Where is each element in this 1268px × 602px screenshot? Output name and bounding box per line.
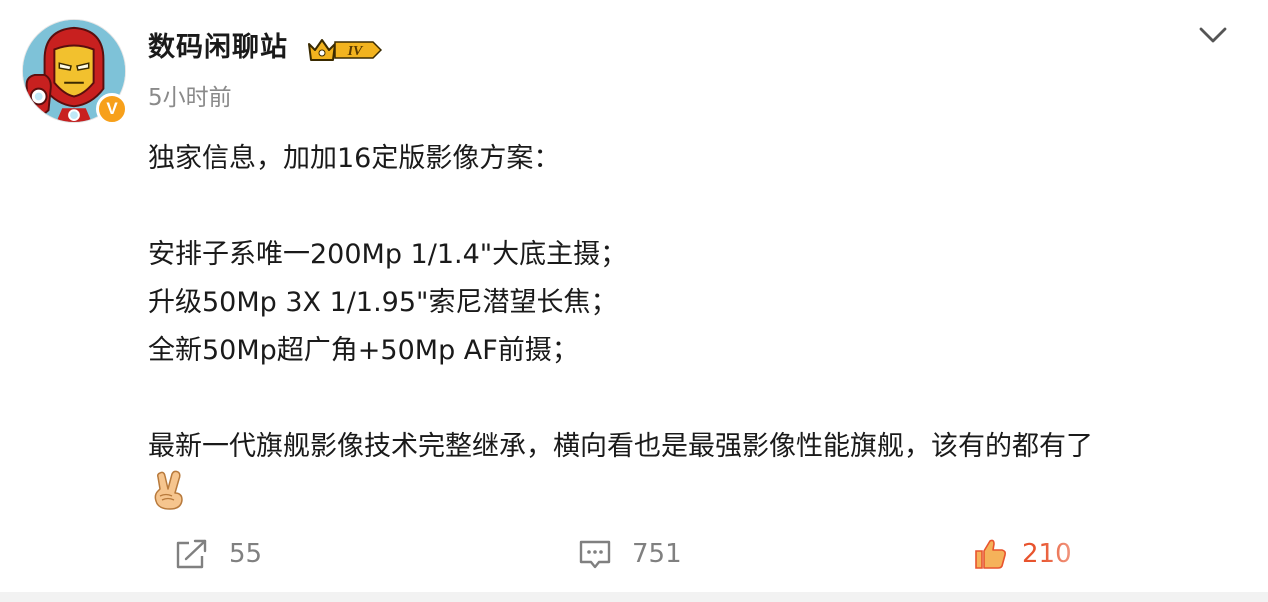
comment-icon: [579, 540, 611, 569]
feed-divider: [0, 592, 1268, 602]
username[interactable]: 数码闲聊站: [148, 30, 288, 66]
post-line-blank: [148, 375, 1248, 423]
fade-overlay: [1040, 536, 1268, 580]
comment-count: 751: [632, 539, 682, 569]
thumbs-up-icon: [975, 539, 1006, 569]
more-options-chevron-down-icon[interactable]: [1196, 22, 1230, 48]
crown-icon: [308, 39, 336, 61]
comment-button[interactable]: 751: [578, 534, 682, 574]
repost-icon: [176, 539, 207, 569]
level-text: IV: [347, 44, 364, 59]
post-line: 升级50Mp 3X 1/1.95"索尼潜望长焦；: [148, 287, 618, 318]
repost-button[interactable]: 55: [175, 534, 262, 574]
post-line: 安排子系唯一200Mp 1/1.4"大底主摄；: [148, 239, 628, 270]
post-line: 全新50Mp超广角+50Mp AF前摄；: [148, 335, 579, 366]
post-line: 独家信息，加加16定版影像方案：: [148, 143, 561, 174]
repost-count: 55: [229, 539, 263, 569]
weibo-post-card: V 数码闲聊站 IV 5小时前 独家信息，加加16定版影像方案： 安排子系唯一2…: [0, 0, 1268, 602]
post-content: 独家信息，加加16定版影像方案： 安排子系唯一200Mp 1/1.4"大底主摄；…: [148, 135, 1248, 511]
post-timestamp[interactable]: 5小时前: [148, 84, 232, 112]
post-line: 最新一代旗舰影像技术完整继承，横向看也是最强影像性能旗舰，该有的都有了: [148, 431, 1093, 462]
victory-hand-emoji-icon: [154, 470, 183, 510]
verified-badge-icon: V: [96, 93, 128, 125]
member-level-badge[interactable]: IV: [305, 34, 383, 64]
post-line-blank: [148, 183, 1248, 231]
